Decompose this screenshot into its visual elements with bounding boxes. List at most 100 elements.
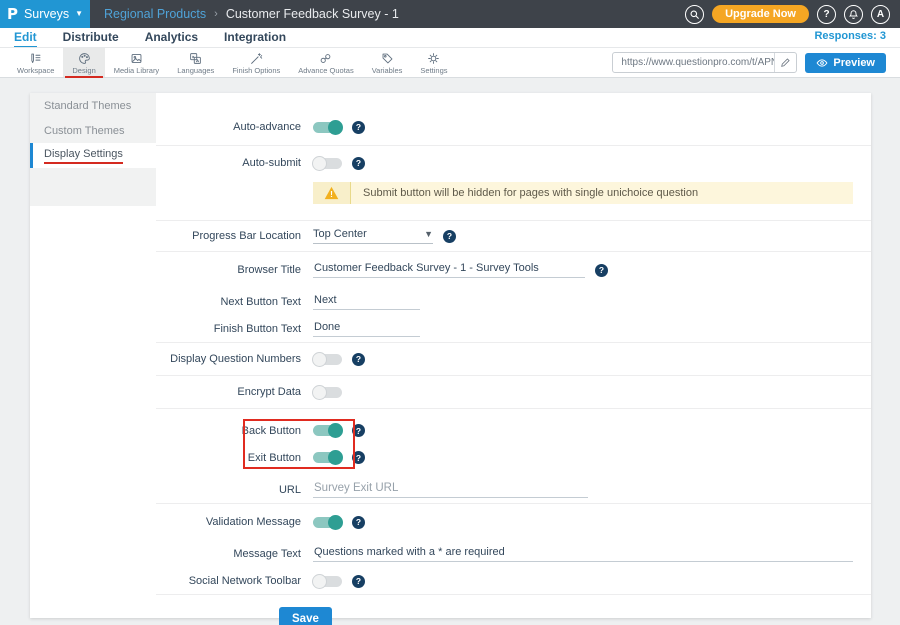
sidebar-item-standard-themes[interactable]: Standard Themes [30, 93, 156, 118]
display-question-numbers-row: Display Question Numbers ? [156, 343, 871, 375]
exit-button-toggle[interactable] [313, 452, 342, 463]
encrypt-data-row: Encrypt Data [156, 376, 871, 408]
next-button-text-label: Next Button Text [156, 296, 301, 308]
design-sidebar: Standard Themes Custom Themes Display Se… [30, 93, 156, 618]
auto-advance-help-icon[interactable]: ? [352, 121, 365, 134]
message-text-label: Message Text [156, 548, 301, 560]
toolbar-tab-finish-options[interactable]: Finish Options [223, 48, 289, 77]
responses-count[interactable]: Responses: 3 [814, 30, 886, 42]
translate-icon: x A [189, 52, 202, 65]
browser-title-label: Browser Title [156, 264, 301, 276]
finish-button-text-input[interactable] [313, 321, 420, 337]
validation-message-help-icon[interactable]: ? [352, 516, 365, 529]
svg-text:x: x [193, 54, 195, 59]
surveys-menu-label: Surveys [24, 7, 69, 21]
back-button-row: Back Button ? [156, 417, 871, 444]
chain-links-icon [319, 52, 332, 65]
toolbar-tab-variables[interactable]: Variables [363, 48, 412, 77]
toolbar-right-actions: Preview [612, 48, 900, 77]
breadcrumb-folder[interactable]: Regional Products [104, 7, 206, 21]
next-button-text-input[interactable] [313, 294, 420, 310]
finish-button-text-label: Finish Button Text [156, 323, 301, 335]
auto-submit-warning-banner: ! Submit button will be hidden for pages… [313, 182, 853, 204]
next-button-text-row: Next Button Text [156, 288, 871, 315]
browser-title-row: Browser Title ? [156, 252, 871, 288]
back-exit-annotated-group: Back Button ? Exit Button ? [156, 417, 871, 471]
search-icon[interactable] [685, 5, 704, 24]
display-settings-form: Auto-advance ? Auto-submit ? ! [156, 93, 871, 618]
message-text-input[interactable] [313, 546, 853, 562]
encrypt-data-label: Encrypt Data [156, 386, 301, 398]
page-background: Standard Themes Custom Themes Display Se… [0, 78, 900, 625]
back-button-toggle[interactable] [313, 425, 342, 436]
social-network-toolbar-row: Social Network Toolbar ? [156, 568, 871, 594]
progress-bar-location-select[interactable]: Top Center ▼ [313, 228, 433, 244]
auto-advance-toggle[interactable] [313, 122, 342, 133]
exit-url-input[interactable] [313, 482, 588, 498]
image-icon [130, 52, 143, 65]
encrypt-data-toggle[interactable] [313, 387, 342, 398]
message-text-row: Message Text [156, 540, 871, 568]
edit-url-pencil-icon[interactable] [774, 53, 796, 72]
survey-nav: Edit Distribute Analytics Integration Re… [0, 28, 900, 48]
auto-submit-toggle[interactable] [313, 158, 342, 169]
auto-advance-row: Auto-advance ? [156, 109, 871, 145]
survey-url-input[interactable] [613, 53, 774, 72]
validation-message-row: Validation Message ? [156, 504, 871, 540]
top-bar: P Surveys ▼ Regional Products › Customer… [0, 0, 900, 28]
auto-advance-label: Auto-advance [156, 121, 301, 133]
progress-bar-help-icon[interactable]: ? [443, 230, 456, 243]
browser-title-help-icon[interactable]: ? [595, 264, 608, 277]
palette-icon [78, 52, 91, 65]
toolbar-tab-design[interactable]: Design [63, 48, 104, 77]
questionpro-logo-icon: P [7, 5, 18, 23]
display-question-numbers-help-icon[interactable]: ? [352, 353, 365, 366]
edit-toolbar: Workspace Design Media Library x A Langu… [0, 48, 900, 78]
display-question-numbers-label: Display Question Numbers [156, 353, 301, 365]
nav-tab-distribute[interactable]: Distribute [63, 30, 119, 46]
surveys-menu[interactable]: P Surveys ▼ [0, 0, 90, 28]
exit-url-label: URL [156, 484, 301, 496]
chevron-down-icon: ▼ [424, 230, 433, 239]
nav-tab-integration[interactable]: Integration [224, 30, 286, 46]
back-button-help-icon[interactable]: ? [352, 424, 365, 437]
account-avatar[interactable]: A [871, 5, 890, 24]
toolbar-tab-workspace[interactable]: Workspace [8, 48, 63, 77]
auto-submit-help-icon[interactable]: ? [352, 157, 365, 170]
browser-title-input[interactable] [313, 262, 585, 278]
row-divider [156, 408, 871, 409]
preview-button[interactable]: Preview [805, 53, 886, 73]
toolbar-tab-media-library[interactable]: Media Library [105, 48, 168, 77]
svg-text:A: A [196, 57, 199, 62]
save-button[interactable]: Save [279, 607, 332, 625]
notifications-bell-icon[interactable] [844, 5, 863, 24]
toolbar-tab-advance-quotas[interactable]: Advance Quotas [289, 48, 362, 77]
social-network-toolbar-toggle[interactable] [313, 576, 342, 587]
sidebar-item-display-settings[interactable]: Display Settings [30, 143, 156, 168]
display-question-numbers-toggle[interactable] [313, 354, 342, 365]
help-icon[interactable]: ? [817, 5, 836, 24]
survey-url-box [612, 52, 797, 73]
toolbar-tab-languages[interactable]: x A Languages [168, 48, 223, 77]
auto-submit-label: Auto-submit [156, 157, 301, 169]
exit-button-label: Exit Button [156, 452, 301, 464]
svg-text:!: ! [330, 189, 333, 199]
finish-button-text-row: Finish Button Text [156, 315, 871, 342]
toolbar-tab-settings[interactable]: Settings [411, 48, 456, 77]
workspace-icon [29, 52, 42, 65]
upgrade-now-button[interactable]: Upgrade Now [712, 5, 809, 23]
validation-message-toggle[interactable] [313, 517, 342, 528]
eye-icon [816, 57, 828, 69]
sidebar-item-custom-themes[interactable]: Custom Themes [30, 118, 156, 143]
progress-bar-location-row: Progress Bar Location Top Center ▼ ? [156, 221, 871, 251]
nav-tab-edit[interactable]: Edit [14, 30, 37, 47]
social-network-toolbar-label: Social Network Toolbar [156, 575, 301, 587]
exit-button-help-icon[interactable]: ? [352, 451, 365, 464]
design-settings-card: Standard Themes Custom Themes Display Se… [30, 93, 871, 618]
breadcrumb-separator-icon: › [214, 8, 218, 20]
progress-bar-location-label: Progress Bar Location [156, 230, 301, 242]
nav-tab-analytics[interactable]: Analytics [145, 30, 198, 46]
social-network-toolbar-help-icon[interactable]: ? [352, 575, 365, 588]
warning-text: Submit button will be hidden for pages w… [351, 182, 710, 204]
row-divider [156, 594, 871, 595]
